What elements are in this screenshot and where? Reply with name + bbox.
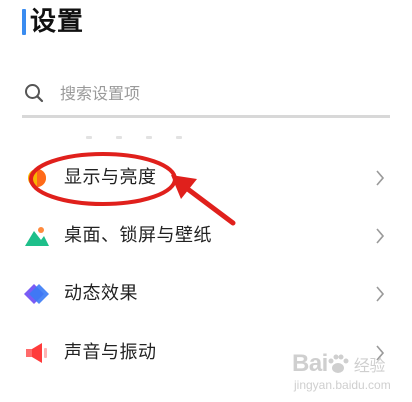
sound-vibration-icon	[26, 343, 47, 363]
settings-item-dynamic-effects[interactable]: 动态效果	[0, 266, 412, 322]
annotation-arrow	[171, 175, 236, 226]
watermark: Bai 经验 jingyan.baidu.com	[292, 350, 402, 396]
annotation-ellipse	[29, 152, 177, 206]
title-accent-bar	[22, 9, 26, 35]
settings-item-label: 动态效果	[64, 283, 138, 304]
scroll-hint	[86, 124, 206, 139]
page-title: 设置	[30, 7, 85, 37]
dynamic-effects-icon	[24, 284, 49, 304]
search-divider	[22, 115, 390, 118]
search-icon	[25, 84, 44, 103]
watermark-url: jingyan.baidu.com	[294, 378, 391, 392]
wallpaper-icon	[25, 227, 49, 246]
paw-icon	[328, 354, 349, 373]
chevron-right-icon	[376, 286, 385, 302]
chevron-right-icon	[376, 170, 385, 186]
settings-item-label: 声音与振动	[64, 342, 157, 363]
chevron-right-icon	[376, 228, 385, 244]
search-placeholder: 搜索设置项	[60, 84, 141, 103]
search-input[interactable]: 搜索设置项	[22, 74, 390, 114]
